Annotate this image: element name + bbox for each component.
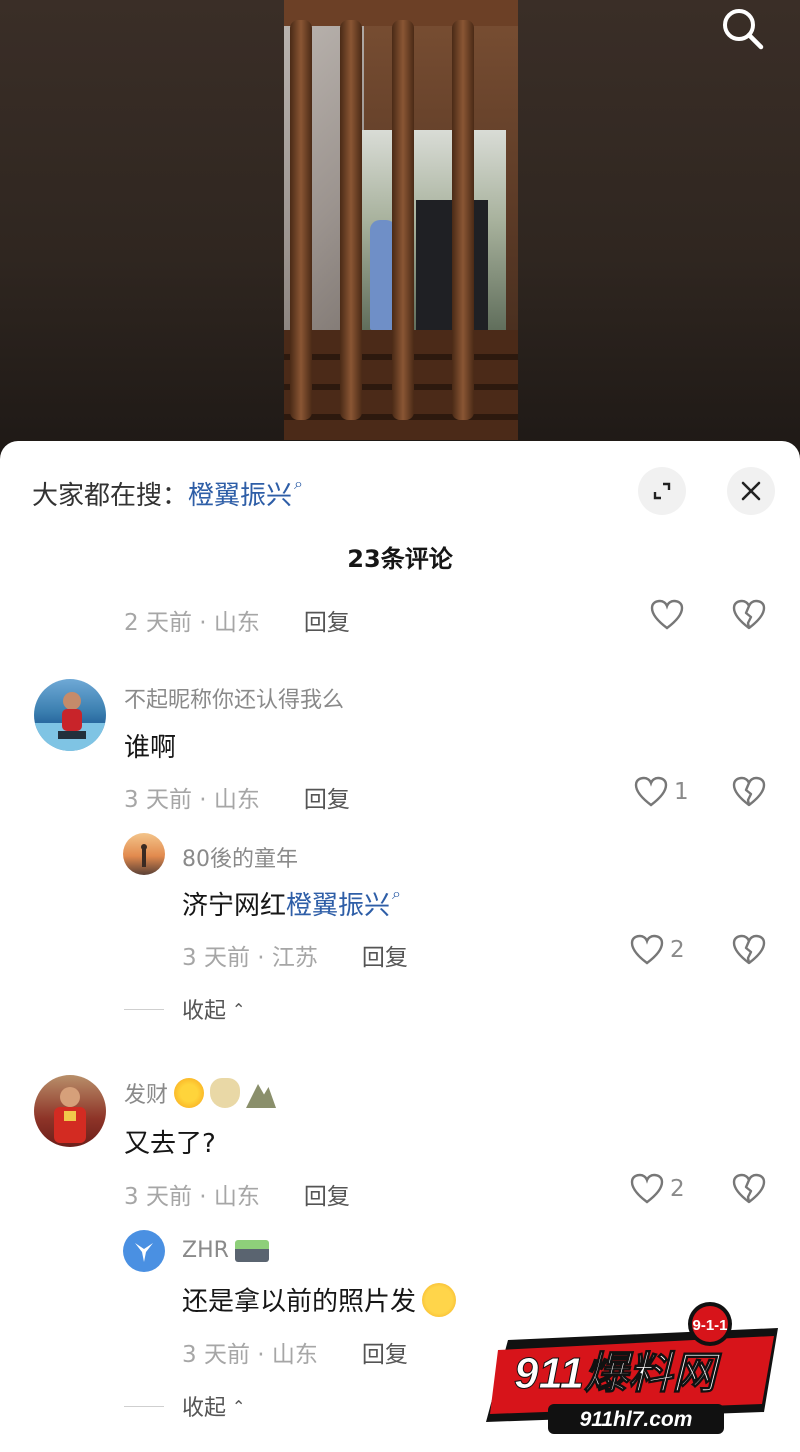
avatar[interactable] [123, 833, 165, 875]
reply-username[interactable]: 80後的童年 [182, 841, 298, 873]
avatar[interactable] [34, 1075, 106, 1147]
chevron-up-icon: ⌃ [232, 1396, 246, 1416]
heart-icon [650, 599, 684, 630]
broken-heart-icon [732, 599, 766, 630]
expand-icon [653, 482, 671, 500]
search-icon [723, 9, 764, 50]
comment-meta: 2 天前 · 山东 回复 [124, 603, 350, 637]
hot-search-bar[interactable]: 大家都在搜： 橙翼振兴 ⌕ [32, 473, 303, 512]
reply-meta: 3 天前 · 山东 回复 [182, 1335, 408, 1369]
avatar-image [54, 1087, 86, 1143]
comment-username[interactable]: 发财 [124, 1077, 277, 1109]
like-button[interactable] [650, 599, 684, 631]
comment-time-location: 2 天前 · 山东 [124, 610, 260, 636]
comment-username-text: 发财 [124, 1083, 169, 1108]
comment-count: 23条评论 [347, 545, 453, 573]
watermark-brand: 911爆料网 [514, 1349, 722, 1398]
dislike-button[interactable] [732, 599, 766, 635]
broken-heart-icon [732, 776, 766, 807]
sun-emoji-icon [174, 1078, 205, 1108]
comment-meta: 3 天前 · 山东 回复 [124, 1177, 350, 1211]
avatar[interactable] [34, 679, 106, 751]
reply-button[interactable]: 回复 [304, 780, 350, 814]
collapse-replies-button[interactable]: 收起 ⌃ [124, 993, 245, 1025]
comment-time-location: 3 天前 · 山东 [124, 1184, 260, 1210]
reply-text-prefix: 济宁网红 [182, 891, 287, 921]
collapse-label: 收起 [182, 1396, 227, 1421]
reply-keyword-link[interactable]: 橙翼振兴 [286, 885, 390, 922]
reply-button[interactable]: 回复 [362, 938, 408, 972]
chevron-up-icon: ⌃ [232, 999, 246, 1019]
reply-button[interactable]: 回复 [304, 1177, 350, 1211]
heart-icon [630, 934, 664, 965]
heart-icon [634, 776, 668, 807]
reply-username[interactable]: ZHR [182, 1238, 269, 1263]
like-button[interactable]: 2 [630, 1173, 685, 1205]
reply-time-location: 3 天前 · 江苏 [182, 945, 318, 971]
avatar-image [135, 1243, 153, 1262]
small-search-icon: ⌕ [294, 473, 303, 493]
hot-search-keyword[interactable]: 橙翼振兴 [188, 475, 292, 512]
expand-button[interactable] [638, 467, 686, 515]
avatar-image [34, 692, 106, 751]
comment-text: 又去了? [124, 1129, 216, 1159]
avatar-image [141, 844, 147, 867]
reply-button[interactable]: 回复 [304, 603, 350, 637]
dislike-button[interactable] [732, 1173, 766, 1209]
comment-meta: 3 天前 · 山东 回复 [124, 780, 350, 814]
divider-line [124, 1405, 164, 1407]
like-count: 2 [670, 937, 685, 963]
video-baluster [290, 20, 312, 420]
video-frame[interactable] [284, 0, 518, 440]
comment-username[interactable]: 不起昵称你还认得我么 [124, 682, 344, 714]
video-baluster [340, 20, 362, 420]
collapse-replies-button[interactable]: 收起 ⌃ [124, 1390, 245, 1422]
hot-search-label: 大家都在搜： [32, 481, 189, 511]
dislike-button[interactable] [732, 934, 766, 970]
reply-time-location: 3 天前 · 山东 [182, 1342, 318, 1368]
reply-username-text: ZHR [182, 1238, 229, 1263]
reply-button[interactable]: 回复 [362, 1335, 408, 1369]
reply-text-body: 还是拿以前的照片发 [182, 1287, 417, 1317]
crying-laughing-emoji-icon [422, 1282, 457, 1317]
small-search-icon: ⌕ [392, 883, 401, 903]
reply-text: 还是拿以前的照片发 [182, 1281, 457, 1318]
like-count: 1 [674, 779, 689, 805]
road-emoji-icon [234, 1239, 269, 1262]
watermark-badge: 9-1-1 [692, 1317, 727, 1334]
comment-text: 谁啊 [124, 733, 177, 763]
reply-meta: 3 天前 · 江苏 回复 [182, 938, 408, 972]
collapse-label: 收起 [182, 999, 227, 1024]
like-button[interactable]: 1 [634, 776, 689, 808]
like-count: 2 [670, 1176, 685, 1202]
dislike-button[interactable] [732, 776, 766, 812]
close-icon [741, 481, 761, 501]
broken-heart-icon [732, 934, 766, 965]
heart-icon [630, 1173, 664, 1204]
video-baluster [392, 20, 414, 420]
close-button[interactable] [727, 467, 775, 515]
watermark-url: 911hl7.com [580, 1408, 693, 1431]
divider-line [124, 1008, 164, 1010]
watermark-logo: 9-1-1 911爆料网 911hl7.com [486, 1302, 778, 1434]
reply-text: 济宁网红 橙翼振兴 ⌕ [182, 883, 401, 922]
comment-time-location: 3 天前 · 山东 [124, 787, 260, 813]
brand-watermark: 9-1-1 911爆料网 911hl7.com [478, 1300, 794, 1440]
avatar[interactable] [123, 1230, 165, 1272]
video-baluster [452, 20, 474, 420]
broken-heart-icon [732, 1173, 766, 1204]
money-bag-emoji-icon [210, 1078, 241, 1108]
search-button[interactable] [718, 4, 766, 52]
mountain-emoji-icon [246, 1084, 277, 1108]
like-button[interactable]: 2 [630, 934, 685, 966]
